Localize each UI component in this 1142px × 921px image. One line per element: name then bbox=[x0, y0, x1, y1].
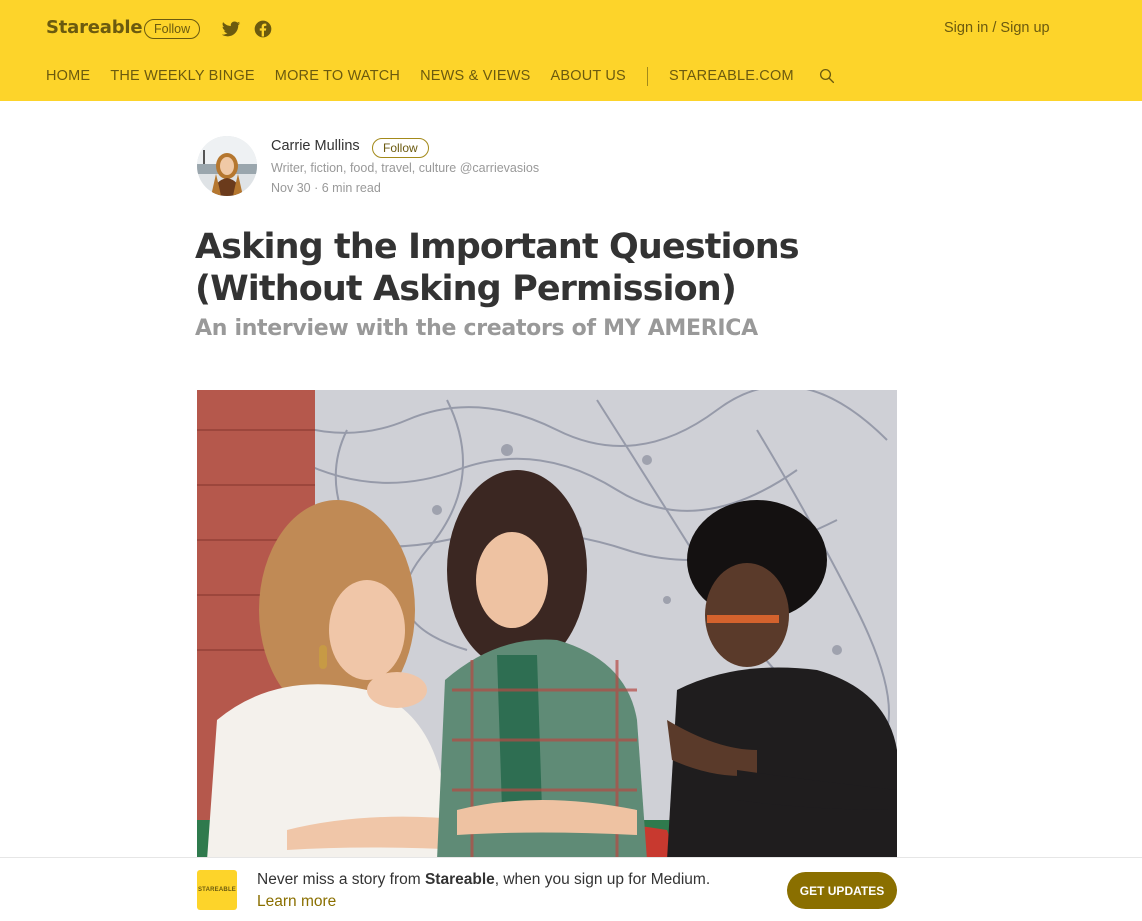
nav-news-views[interactable]: NEWS & VIEWS bbox=[420, 68, 530, 84]
publication-logo-text: STAREABLE bbox=[197, 887, 237, 893]
follow-publication-button[interactable]: Follow bbox=[144, 19, 201, 39]
search-icon[interactable] bbox=[818, 67, 836, 85]
article-title: Asking the Important Questions (Without … bbox=[195, 227, 800, 309]
sign-in-link[interactable]: Sign in / Sign up bbox=[944, 20, 1050, 36]
nav-weekly-binge[interactable]: THE WEEKLY BINGE bbox=[110, 68, 254, 84]
post-meta: Nov 30 · 6 min read bbox=[271, 181, 381, 195]
learn-more-link[interactable]: Learn more bbox=[257, 893, 336, 911]
main-nav: HOME THE WEEKLY BINGE MORE TO WATCH NEWS… bbox=[46, 66, 836, 86]
twitter-icon[interactable] bbox=[221, 19, 241, 39]
publication-logo[interactable]: STAREABLE bbox=[197, 870, 237, 910]
nav-divider bbox=[646, 66, 648, 86]
follow-author-button[interactable]: Follow bbox=[372, 138, 429, 158]
author-bio: Writer, fiction, food, travel, culture @… bbox=[271, 161, 540, 175]
nav-site-link[interactable]: STAREABLE.COM bbox=[669, 68, 794, 84]
site-header: Stareable Follow Sign in / Sign up HOME … bbox=[0, 0, 1142, 101]
nav-home[interactable]: HOME bbox=[46, 68, 90, 84]
get-updates-button[interactable]: GET UPDATES bbox=[787, 872, 897, 909]
author-avatar[interactable] bbox=[197, 136, 257, 196]
hero-image bbox=[197, 390, 897, 860]
read-time: 6 min read bbox=[321, 181, 381, 195]
facebook-icon[interactable] bbox=[253, 19, 273, 39]
banner-message: Never miss a story from Stareable, when … bbox=[257, 871, 710, 889]
brand-logo[interactable]: Stareable bbox=[46, 17, 143, 38]
signup-banner: STAREABLE Never miss a story from Starea… bbox=[0, 857, 1142, 921]
author-name[interactable]: Carrie Mullins bbox=[271, 138, 360, 154]
meta-dot: · bbox=[314, 181, 322, 195]
nav-about-us[interactable]: ABOUT US bbox=[550, 68, 625, 84]
banner-text-after: , when you sign up for Medium. bbox=[494, 871, 711, 888]
banner-publication: Stareable bbox=[424, 871, 495, 888]
post-date[interactable]: Nov 30 bbox=[271, 181, 311, 195]
nav-more-to-watch[interactable]: MORE TO WATCH bbox=[275, 68, 400, 84]
banner-text-before: Never miss a story from bbox=[257, 871, 425, 888]
article-subtitle: An interview with the creators of MY AME… bbox=[195, 316, 758, 341]
